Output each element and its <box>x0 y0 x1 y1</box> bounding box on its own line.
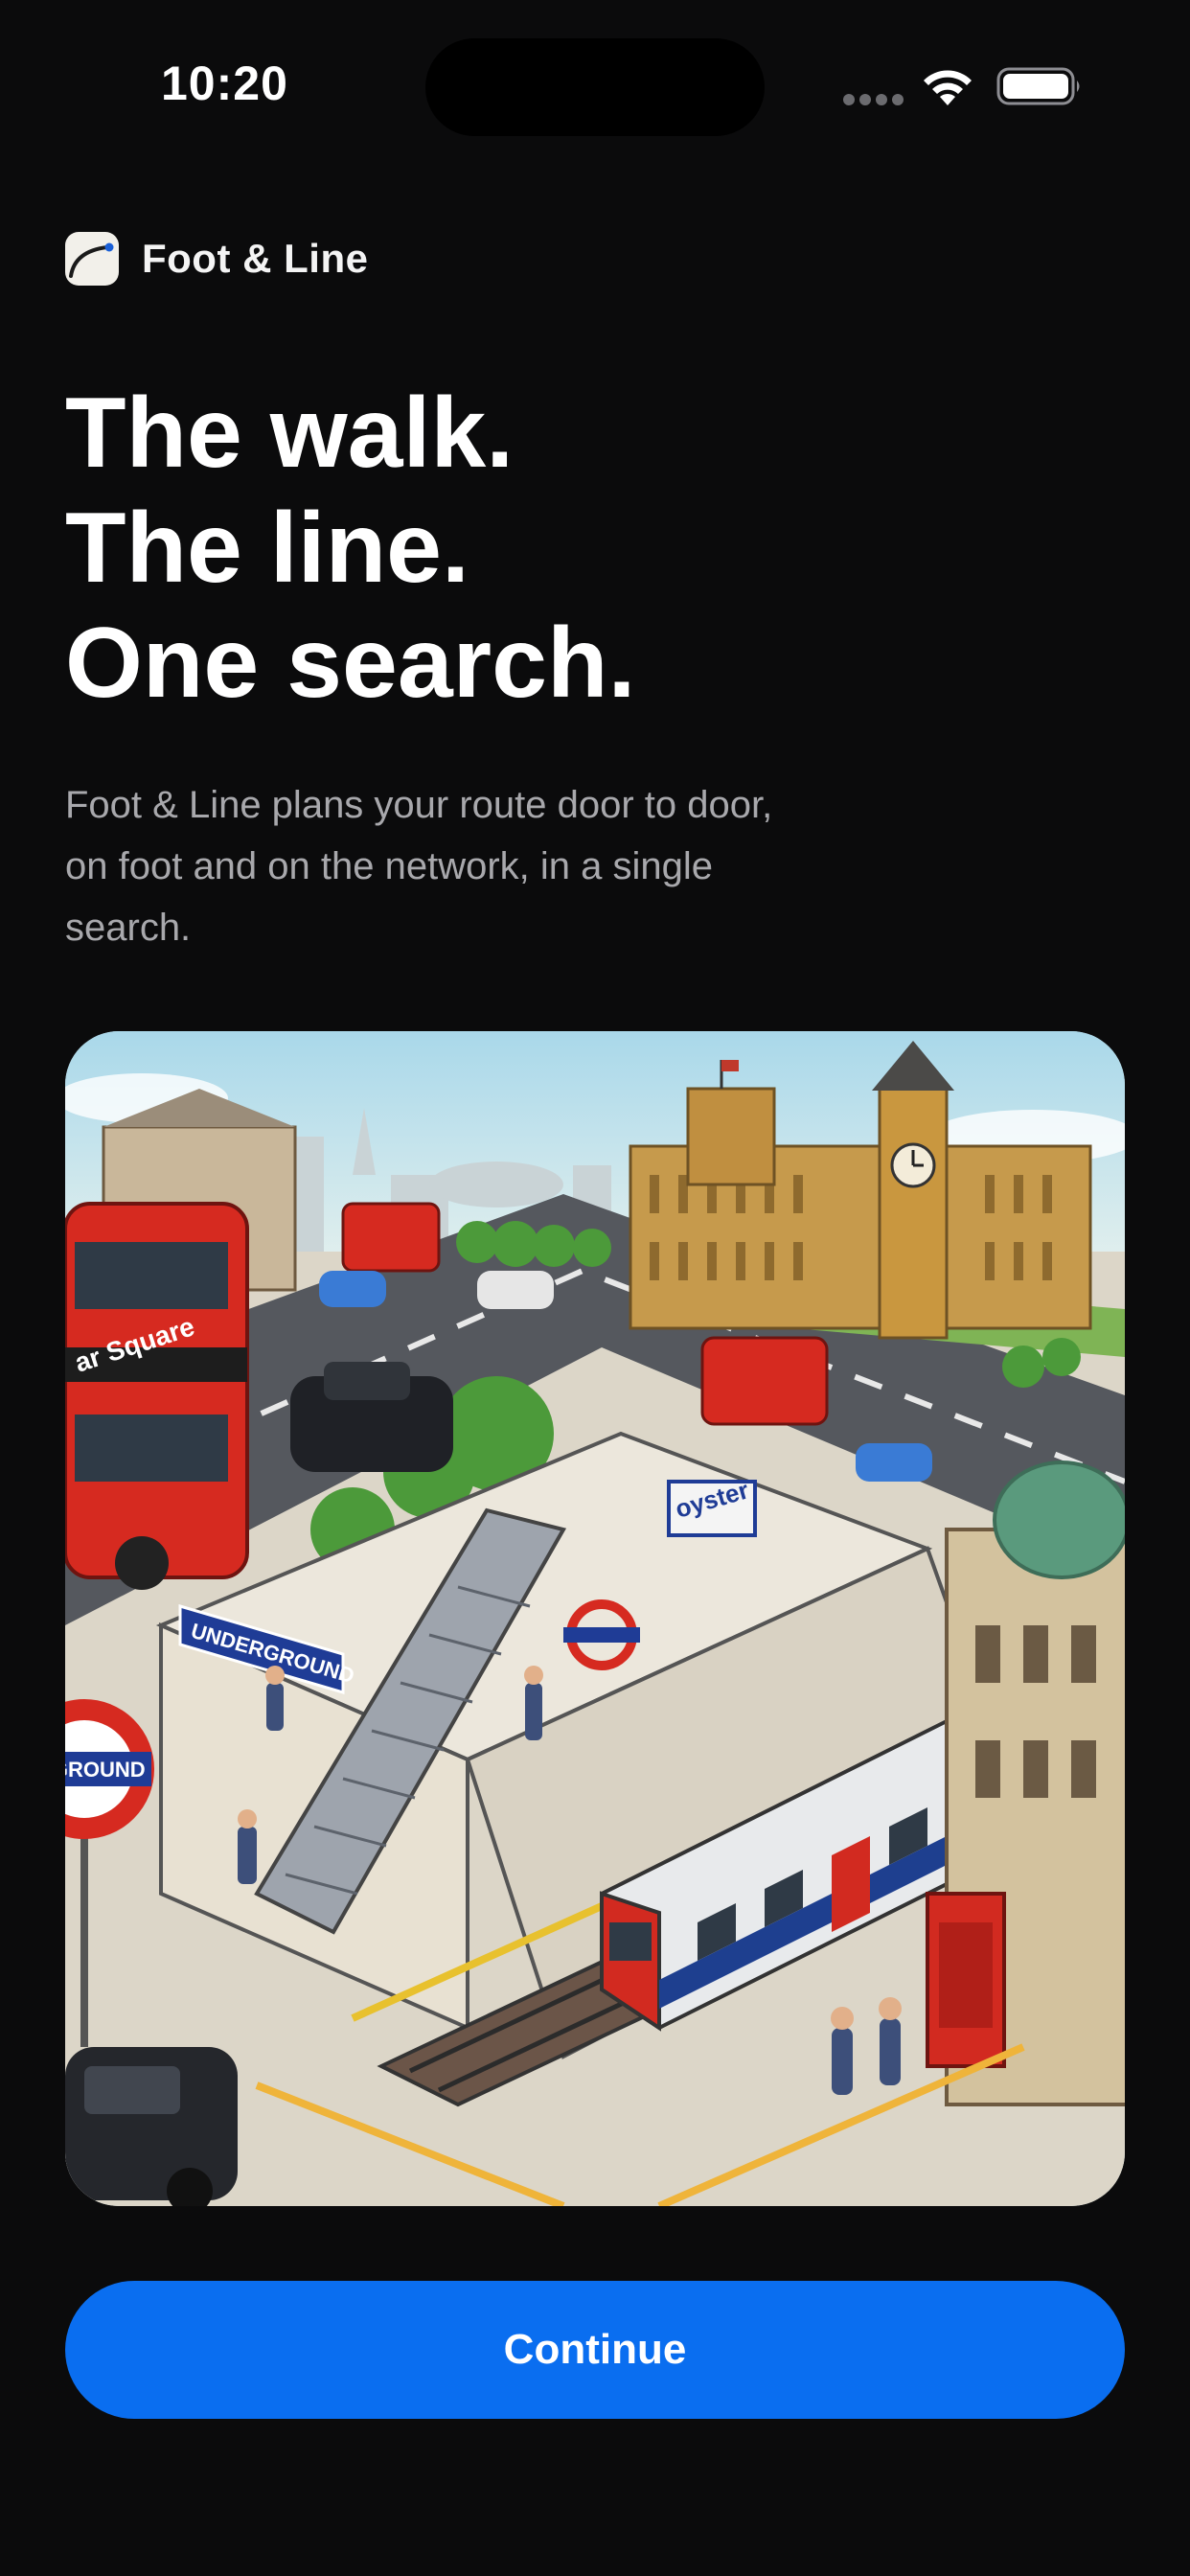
roundel-text: RGROUND <box>65 1758 146 1782</box>
brand-row: Foot & Line <box>65 230 368 288</box>
headline-line-3: One search. <box>65 608 636 719</box>
battery-icon <box>996 67 1080 105</box>
headline-line-2: The line. <box>65 493 469 604</box>
headline-line-1: The walk. <box>65 378 515 489</box>
dynamic-island <box>425 38 765 136</box>
cellular-signal-icon <box>843 94 904 105</box>
london-transit-illustration: ar Square UNDERGROUND oyster ROUND <box>65 1031 1125 2206</box>
status-bar: 10:20 <box>0 0 1190 172</box>
phone-box <box>926 1892 1006 2068</box>
wifi-icon <box>924 70 972 105</box>
double-decker-bus <box>65 1202 249 1590</box>
hero-illustration: ar Square UNDERGROUND oyster ROUND <box>65 1031 1125 2206</box>
route-line-logo-icon <box>65 232 119 286</box>
black-cab <box>65 2047 238 2206</box>
brand-name: Foot & Line <box>142 236 369 281</box>
continue-button[interactable]: Continue <box>65 2281 1125 2419</box>
oyster-sign: oyster <box>667 1475 757 1537</box>
subtitle: Foot & Line plans your route door to doo… <box>65 784 773 949</box>
status-time: 10:20 <box>161 57 288 110</box>
headline: The walk. The line. One search. <box>65 376 1119 721</box>
